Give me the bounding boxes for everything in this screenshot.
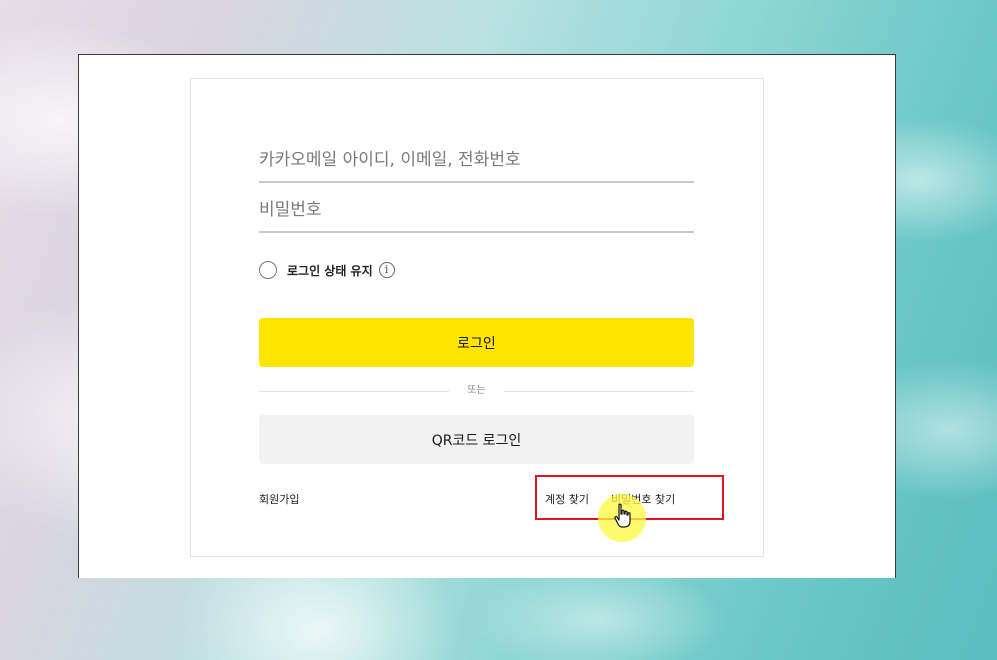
id-input[interactable]	[259, 139, 694, 181]
signup-link[interactable]: 회원가입	[259, 491, 299, 507]
radio-unchecked-icon[interactable]	[259, 261, 277, 279]
id-field-wrapper	[259, 139, 694, 183]
divider-line-right	[504, 391, 694, 392]
keep-logged-in-label[interactable]: 로그인 상태 유지	[287, 262, 373, 279]
hand-pointer-icon	[614, 503, 631, 528]
password-input[interactable]	[259, 189, 694, 231]
or-divider: 또는	[259, 383, 694, 399]
qr-login-button[interactable]: QR코드 로그인	[259, 415, 694, 464]
info-icon[interactable]: i	[378, 262, 395, 278]
password-field-wrapper	[259, 189, 694, 233]
login-button[interactable]: 로그인	[259, 318, 694, 367]
keep-logged-in[interactable]: 로그인 상태 유지 i	[259, 258, 395, 282]
browser-content-panel: 로그인 상태 유지 i 로그인 또는 QR코드 로그인 회원가입 계정 찾기 비…	[78, 54, 896, 578]
